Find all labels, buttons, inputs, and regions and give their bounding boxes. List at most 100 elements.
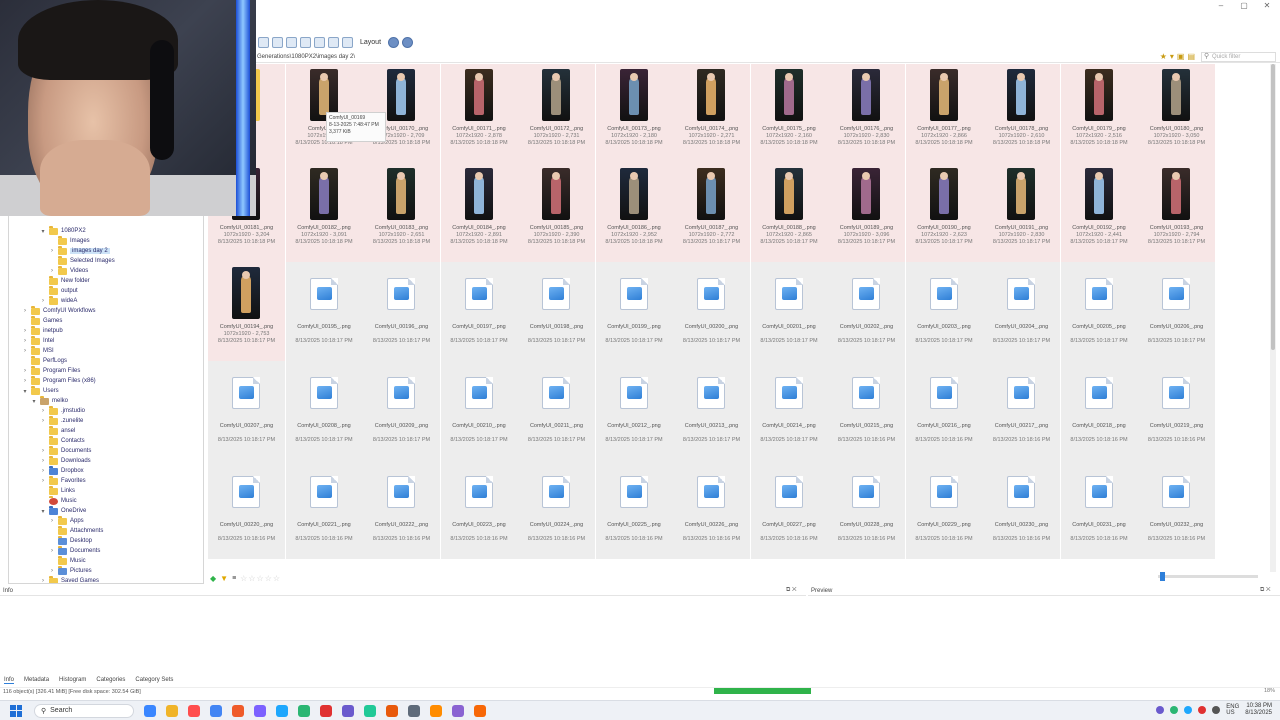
thumbnail-cell[interactable]: ComfyUI_00201_.png 8/13/2025 10:18:17 PM [750, 262, 828, 361]
thumbnail-cell[interactable]: ComfyUI_00185_.png 1072x1920 - 2,390 8/13/… [518, 163, 595, 262]
tree-item[interactable]: Selected Images [49, 255, 115, 266]
thumbnail-cell[interactable]: ComfyUI_00196_.png 8/13/2025 10:18:17 PM [363, 262, 440, 361]
tray-app-icon[interactable] [1198, 706, 1207, 714]
info-panel-float-icon[interactable]: ⧉ ✕ [786, 587, 797, 594]
expand-caret-icon[interactable]: ▾ [22, 388, 28, 395]
thumbnail-cell[interactable]: ComfyUI_00193_.png 1072x1920 - 2,794 8/13/… [1138, 163, 1215, 262]
thumbnail-cell[interactable]: ComfyUI_00171_.png 1072x1920 - 2,878 8/13/… [440, 64, 518, 163]
taskbar-app-icon[interactable] [320, 704, 332, 717]
tray-app-icon[interactable] [1156, 706, 1165, 714]
info-tab[interactable]: Category Sets [135, 677, 173, 684]
thumbnail-cell[interactable]: ComfyUI_00228_.png 8/13/2025 10:18:16 PM [828, 460, 905, 559]
tree-item[interactable]: New folder [40, 275, 90, 286]
taskbar-app-icon[interactable] [408, 704, 420, 717]
settings-icon[interactable] [388, 36, 400, 48]
tree-item[interactable]: › Documents [49, 545, 100, 556]
tree-item[interactable]: › inetpub [22, 325, 63, 336]
expand-caret-icon[interactable]: › [40, 298, 46, 304]
thumbnail-cell[interactable]: ComfyUI_00220_.png 8/13/2025 10:18:16 PM [208, 460, 285, 559]
tree-item[interactable]: › Pictures [49, 565, 92, 576]
tree-item[interactable]: Music [40, 495, 77, 506]
info-tab[interactable]: Categories [96, 677, 125, 684]
thumbnail-cell[interactable]: ComfyUI_00187_.png 1072x1920 - 2,772 8/13/… [673, 163, 750, 262]
expand-caret-icon[interactable]: › [22, 348, 28, 354]
star-icon[interactable]: ★ [1160, 52, 1167, 61]
taskbar-app-icon[interactable] [342, 704, 354, 717]
tree-item[interactable]: ▾ 1080PX2 [40, 225, 86, 236]
tree-item[interactable]: Images [49, 235, 90, 246]
thumbnail-cell[interactable]: ComfyUI_00189_.png 1072x1920 - 3,096 8/13/… [828, 163, 905, 262]
tree-item[interactable]: › MSI [22, 345, 54, 356]
tree-item[interactable]: › .zunelite [40, 415, 83, 426]
thumbnail-cell[interactable]: ComfyUI_00216_.png 8/13/2025 10:18:16 PM [905, 361, 983, 460]
thumbnail-cell[interactable]: ComfyUI_00222_.png 8/13/2025 10:18:16 PM [363, 460, 440, 559]
expand-caret-icon[interactable]: › [22, 378, 28, 384]
binoculars-icon[interactable] [272, 36, 283, 48]
thumbnail-cell[interactable]: ComfyUI_00227_.png 8/13/2025 10:18:16 PM [750, 460, 828, 559]
expand-caret-icon[interactable]: › [22, 338, 28, 344]
expand-caret-icon[interactable]: › [49, 268, 55, 274]
expand-caret-icon[interactable]: › [22, 328, 28, 334]
tree-item[interactable]: › Dropbox [40, 465, 84, 476]
help-icon[interactable] [402, 36, 414, 48]
tray-app-icon[interactable] [1170, 706, 1179, 714]
expand-caret-icon[interactable]: › [40, 408, 46, 414]
quick-filter-input[interactable]: Quick filter [1201, 51, 1276, 62]
expand-caret-icon[interactable]: › [22, 308, 28, 314]
thumbnail-cell[interactable]: ComfyUI_00219_.png 8/13/2025 10:18:16 PM [1138, 361, 1215, 460]
thumbnail-cell[interactable]: ComfyUI_00199_.png 8/13/2025 10:18:17 PM [595, 262, 673, 361]
scrollbar-thumb[interactable] [1271, 64, 1275, 350]
thumbnail-cell[interactable]: ComfyUI_00188_.png 1072x1920 - 2,865 8/13/… [750, 163, 828, 262]
thumbnail-cell[interactable]: ComfyUI_00226_.png 8/13/2025 10:18:16 PM [673, 460, 750, 559]
thumbnail-cell[interactable]: ComfyUI_00209_.png 8/13/2025 10:18:17 PM [363, 361, 440, 460]
tree-item[interactable]: Games [22, 315, 62, 326]
thumbnail-cell[interactable]: ComfyUI_00186_.png 1072x1920 - 2,952 8/13/… [595, 163, 673, 262]
thumbnail-cell[interactable]: ComfyUI_00215_.png 8/13/2025 10:18:16 PM [828, 361, 905, 460]
thumbnail-cell[interactable]: ComfyUI_00175_.png 1072x1920 - 2,160 8/13/… [750, 64, 828, 163]
thumbnail-cell[interactable]: ComfyUI_00211_.png 8/13/2025 10:18:17 PM [518, 361, 595, 460]
taskbar-app-icon[interactable] [188, 704, 200, 717]
expand-caret-icon[interactable]: › [40, 418, 46, 424]
folder-up-icon[interactable]: ▣ [1177, 52, 1185, 61]
thumb-size-slider[interactable] [1158, 575, 1258, 578]
thumbnail-cell[interactable]: ComfyUI_00225_.png 8/13/2025 10:18:16 PM [595, 460, 673, 559]
tray-app-icon[interactable] [1184, 706, 1193, 714]
thumbnail-cell[interactable]: ComfyUI_00213_.png 8/13/2025 10:18:17 PM [673, 361, 750, 460]
tree-item[interactable]: PerfLogs [22, 355, 67, 366]
tree-item[interactable]: Attachments [49, 525, 103, 536]
tree-item[interactable]: › Intel [22, 335, 54, 346]
thumbnail-cell[interactable]: ComfyUI_00217_.png 8/13/2025 10:18:16 PM [983, 361, 1060, 460]
tree-item[interactable]: Music [49, 555, 86, 566]
tag-icon[interactable]: ◆ [210, 574, 216, 583]
tree-item[interactable]: ansel [40, 425, 75, 436]
thumbnail-cell[interactable]: ComfyUI_00172_.png 1072x1920 - 2,731 8/13/… [518, 64, 595, 163]
expand-caret-icon[interactable]: › [40, 478, 46, 484]
preview-panel-close-icon[interactable]: ⧉ ✕ [1260, 587, 1271, 594]
list-icon[interactable] [300, 36, 311, 48]
taskbar-app-icon[interactable] [474, 704, 486, 717]
thumbnail-cell[interactable]: ComfyUI_00223_.png 8/13/2025 10:18:16 PM [440, 460, 518, 559]
thumbnail-cell[interactable]: ComfyUI_00207_.png 8/13/2025 10:18:17 PM [208, 361, 285, 460]
info-tab[interactable]: Metadata [24, 677, 49, 684]
taskbar-app-icon[interactable] [276, 704, 288, 717]
thumbnail-cell[interactable]: ComfyUI_00200_.png 8/13/2025 10:18:17 PM [673, 262, 750, 361]
thumbnail-cell[interactable]: ComfyUI_00202_.png 8/13/2025 10:18:17 PM [828, 262, 905, 361]
thumbnail-cell[interactable]: ComfyUI_00210_.png 8/13/2025 10:18:17 PM [440, 361, 518, 460]
taskbar-search[interactable]: ⚲ Search [34, 703, 134, 718]
minimize-icon[interactable]: – [1210, 0, 1232, 12]
info-tab[interactable]: Histogram [59, 677, 86, 684]
thumbnail-cell[interactable]: ComfyUI_00195_.png 8/13/2025 10:18:17 PM [285, 262, 363, 361]
expand-caret-icon[interactable]: › [22, 368, 28, 374]
tree-item[interactable]: › Program Files (x86) [22, 375, 96, 386]
taskbar-app-icon[interactable] [210, 704, 222, 717]
taskbar-app-icon[interactable] [232, 704, 244, 717]
expand-caret-icon[interactable]: ▾ [40, 228, 46, 235]
tree-item[interactable]: output [40, 285, 78, 296]
info-tab[interactable]: Info [4, 677, 15, 684]
thumbnail-cell[interactable]: ComfyUI_00176_.png 1072x1920 - 2,830 8/13/… [828, 64, 905, 163]
thumbnail-cell[interactable]: ComfyUI_00212_.png 8/13/2025 10:18:17 PM [595, 361, 673, 460]
expand-caret-icon[interactable]: › [49, 548, 55, 554]
taskbar-app-icon[interactable] [298, 704, 310, 717]
taskbar-app-icon[interactable] [144, 704, 156, 717]
thumbnail-cell[interactable]: ComfyUI_00183_.png 1072x1920 - 2,651 8/13/… [363, 163, 440, 262]
